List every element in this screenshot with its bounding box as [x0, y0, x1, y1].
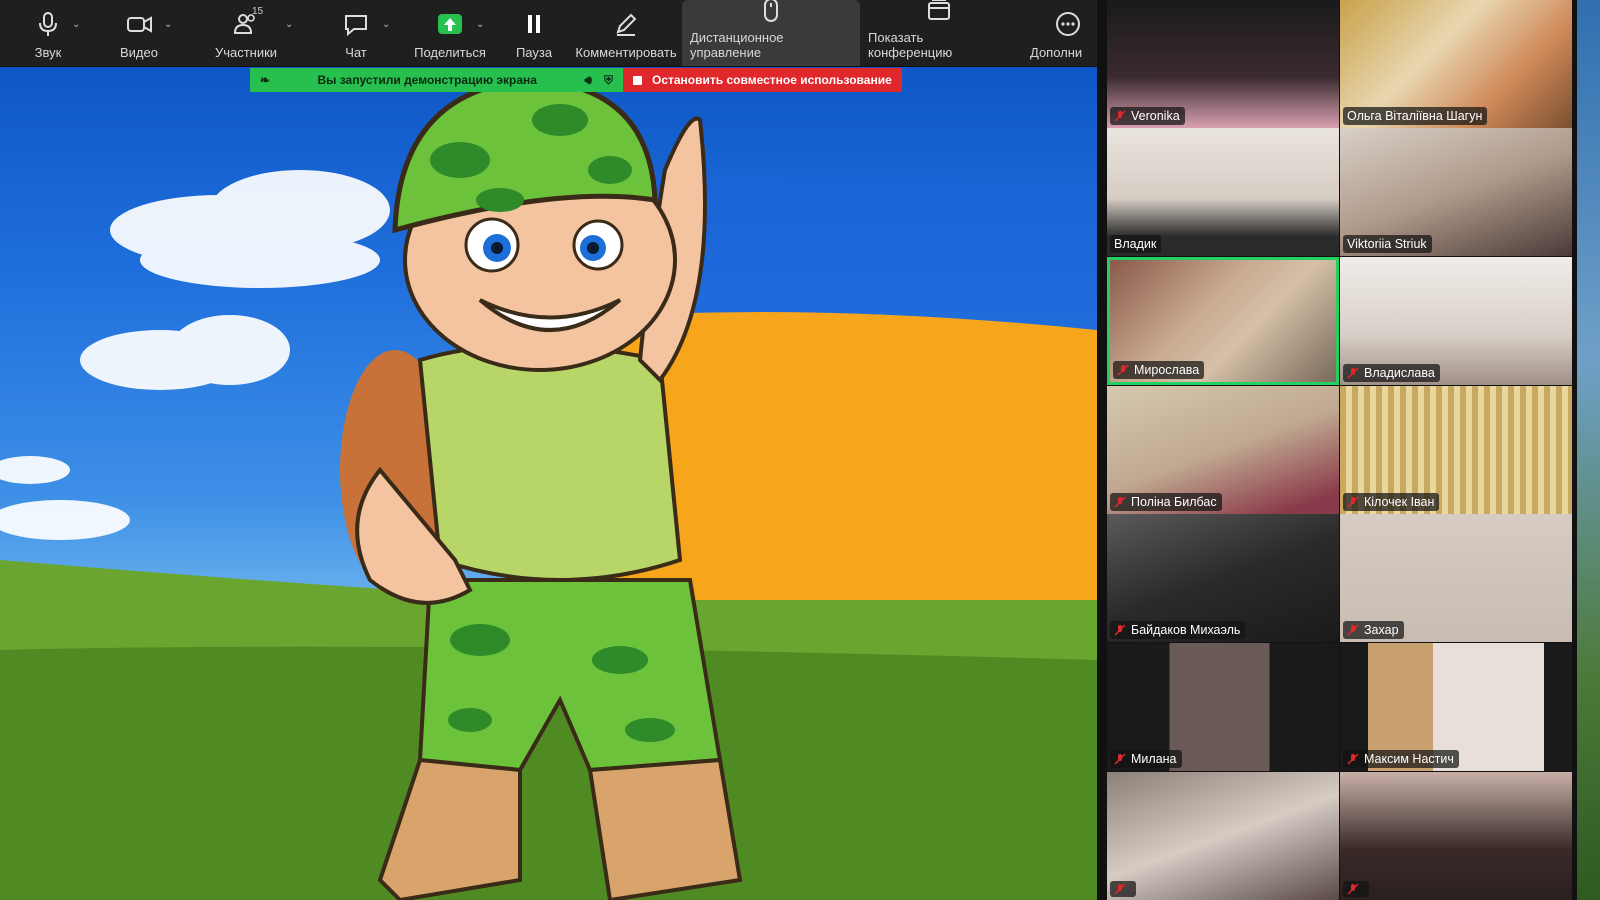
participants-button[interactable]: 15 ⌄ Участники — [182, 0, 310, 66]
participant-name-tag: Ольга Віталіївна Шагун — [1343, 107, 1488, 125]
video-camera-icon — [121, 9, 157, 39]
microphone-icon — [30, 9, 66, 39]
share-label: Поделиться — [414, 45, 486, 60]
pause-icon — [516, 9, 552, 39]
participant-tile[interactable] — [1340, 772, 1572, 900]
participant-count-badge: 15 — [252, 6, 264, 17]
chevron-down-icon[interactable]: ⌄ — [72, 19, 80, 30]
mic-muted-icon — [1114, 496, 1126, 508]
remote-control-button[interactable]: Дистанционное управление — [682, 0, 860, 66]
pause-share-button[interactable]: Пауза — [498, 0, 570, 66]
participant-tile[interactable]: Viktoriia Striuk — [1340, 128, 1572, 256]
participant-tile[interactable] — [1107, 772, 1339, 900]
participant-tile[interactable]: Кілочек Іван — [1340, 386, 1572, 514]
mic-muted-icon — [1347, 624, 1359, 636]
participant-tile[interactable]: Байдаков Михаэль — [1107, 514, 1339, 642]
stop-square-icon — [633, 75, 642, 85]
stop-share-button[interactable]: Остановить совместное использование — [623, 68, 902, 92]
chevron-down-icon[interactable]: ⌄ — [285, 19, 293, 30]
participant-name-tag: Милана — [1110, 750, 1182, 768]
participant-tile[interactable]: Владик — [1107, 128, 1339, 256]
participant-name-tag — [1110, 881, 1136, 897]
participant-name: Милана — [1131, 752, 1177, 766]
desktop-background-edge — [1577, 0, 1600, 900]
participant-name: Поліна Билбас — [1131, 495, 1217, 509]
participant-name: Кілочек Іван — [1364, 495, 1435, 509]
more-label: Дополни — [1030, 45, 1083, 60]
shared-screen — [0, 0, 1097, 900]
participant-name: Viktoriia Striuk — [1347, 237, 1427, 251]
audio-button[interactable]: ⌄ Звук — [0, 0, 96, 66]
mic-muted-icon — [1347, 753, 1359, 765]
mic-muted-icon — [1114, 110, 1126, 122]
video-label: Видео — [120, 45, 158, 60]
mic-muted-icon — [1114, 883, 1126, 895]
mic-muted-icon — [1347, 496, 1359, 508]
meeting-toolbar: ⌄ Звук ⌄ Видео 15 ⌄ Участники ⌄ Чат ⌄ По… — [0, 0, 1097, 67]
stop-share-label: Остановить совместное использование — [652, 73, 892, 87]
participant-tile[interactable]: Veronika — [1107, 0, 1339, 128]
participant-name-tag: Владик — [1110, 235, 1162, 253]
mic-muted-icon — [1117, 364, 1129, 376]
participant-tile[interactable]: Милана — [1107, 643, 1339, 771]
share-screen-icon — [432, 9, 468, 39]
chevron-down-icon[interactable]: ⌄ — [164, 19, 172, 30]
chat-icon — [338, 9, 374, 39]
participant-name-tag: Veronika — [1110, 107, 1185, 125]
participant-name: Ольга Віталіївна Шагун — [1347, 109, 1483, 123]
participant-name-tag: Поліна Билбас — [1110, 493, 1222, 511]
participant-tile[interactable]: Владислава — [1340, 257, 1572, 385]
participant-name-tag: Владислава — [1343, 364, 1440, 382]
window-icon — [921, 0, 957, 24]
participant-name: Захар — [1364, 623, 1399, 637]
share-screen-button[interactable]: ⌄ Поделиться — [402, 0, 498, 66]
chat-button[interactable]: ⌄ Чат — [310, 0, 402, 66]
sharing-status-text: Вы запустили демонстрацию экрана — [317, 73, 537, 87]
pause-label: Пауза — [515, 45, 553, 60]
shield-icon[interactable]: ⛨ — [604, 73, 613, 88]
participant-name-tag: Мирослава — [1113, 361, 1205, 379]
speaker-icon[interactable]: 🔊︎ — [584, 73, 592, 88]
chevron-down-icon[interactable]: ⌄ — [382, 19, 390, 30]
remote-control-label: Дистанционное управление — [690, 30, 784, 60]
annotate-label: Комментировать — [575, 45, 677, 60]
participant-name: Владислава — [1364, 366, 1435, 380]
participant-name: Veronika — [1131, 109, 1180, 123]
annotate-button[interactable]: Комментировать — [570, 0, 682, 66]
show-meeting-button[interactable]: Показать конференцию — [860, 0, 1018, 66]
participant-name-tag: Кілочек Іван — [1343, 493, 1440, 511]
mic-muted-icon — [1347, 367, 1359, 379]
mic-muted-icon — [1347, 883, 1359, 895]
participant-name-tag: Максим Настич — [1343, 750, 1459, 768]
participant-name-tag — [1343, 881, 1369, 897]
show-meeting-label: Показать конференцию — [868, 30, 953, 60]
participant-tile[interactable]: Максим Настич — [1340, 643, 1572, 771]
soldier-illustration — [0, 77, 1097, 900]
video-button[interactable]: ⌄ Видео — [96, 0, 182, 66]
more-button[interactable]: Дополни — [1018, 0, 1097, 66]
mouse-icon — [753, 0, 789, 24]
participant-name-tag: Viktoriia Striuk — [1343, 235, 1432, 253]
participant-gallery: Veronika Ольга Віталіївна Шагун Владик V… — [1097, 0, 1577, 900]
participant-tile[interactable]: Ольга Віталіївна Шагун — [1340, 0, 1572, 128]
participant-name-tag: Байдаков Михаэль — [1110, 621, 1246, 639]
more-icon — [1050, 9, 1086, 39]
sharing-status-banner: ❧ Вы запустили демонстрацию экрана 🔊︎ ⛨ — [250, 68, 623, 92]
participant-name: Максим Настич — [1364, 752, 1454, 766]
mic-muted-icon — [1114, 624, 1126, 636]
participant-name: Мирослава — [1134, 363, 1200, 377]
leaf-icon: ❧ — [260, 73, 271, 87]
participant-tile[interactable]: Поліна Билбас — [1107, 386, 1339, 514]
audio-label: Звук — [34, 45, 62, 60]
participant-name: Владик — [1114, 237, 1157, 251]
chevron-down-icon[interactable]: ⌄ — [476, 19, 484, 30]
participant-name-tag: Захар — [1343, 621, 1404, 639]
annotate-pencil-icon — [608, 9, 644, 39]
participant-tile-active-speaker[interactable]: Мирослава — [1107, 257, 1339, 385]
participant-name: Байдаков Михаэль — [1131, 623, 1241, 637]
participants-label: Участники — [214, 45, 278, 60]
chat-label: Чат — [345, 45, 367, 60]
mic-muted-icon — [1114, 753, 1126, 765]
participant-tile[interactable]: Захар — [1340, 514, 1572, 642]
